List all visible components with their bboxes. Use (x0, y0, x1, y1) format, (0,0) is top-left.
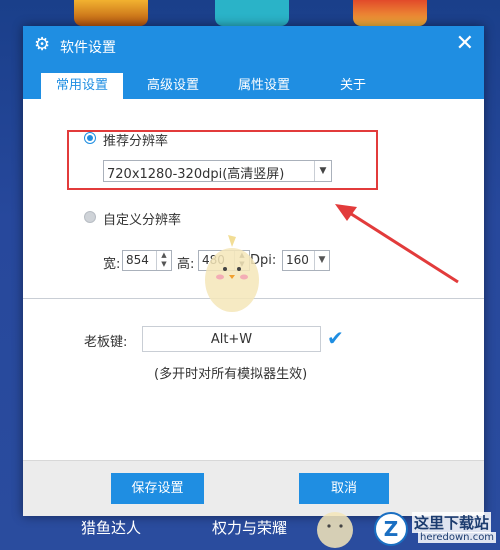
tab-about[interactable]: 关于 (313, 73, 393, 99)
save-settings-button[interactable]: 保存设置 (111, 473, 204, 504)
dialog-footer: 保存设置 取消 (23, 460, 484, 516)
app-icon-1[interactable] (74, 0, 148, 26)
recommended-resolution-value: 720x1280-320dpi(高清竖屏) (107, 167, 285, 182)
dpi-select[interactable]: 160 ▼ (282, 250, 330, 271)
game-label-2[interactable]: 权力与荣耀 (212, 517, 287, 538)
mascot-small-icon (317, 512, 353, 548)
custom-resolution-radio[interactable] (84, 211, 96, 223)
close-button[interactable]: ✕ (456, 32, 474, 56)
chevron-down-icon[interactable]: ▼ (314, 161, 331, 181)
boss-key-input[interactable]: Alt+W (142, 326, 321, 352)
mascot-chick-icon (205, 235, 259, 312)
boss-key-label: 老板键: (84, 335, 128, 350)
tab-advanced[interactable]: 高级设置 (132, 73, 214, 99)
recommended-resolution-label: 推荐分辨率 (103, 134, 169, 149)
dialog-title: 软件设置 (60, 40, 116, 56)
red-arrow-annotation (335, 204, 459, 284)
watermark: Z 这里下载站 heredown.com (374, 510, 497, 548)
spin-arrows-icon[interactable]: ▲▼ (156, 251, 171, 270)
boss-key-value: Alt+W (210, 332, 253, 347)
checkmark-icon: ✔ (327, 326, 344, 350)
watermark-text: 这里下载站 (412, 512, 492, 533)
app-icon-2[interactable] (215, 0, 289, 26)
gear-icon: ⚙ (34, 34, 51, 55)
tab-general[interactable]: 常用设置 (41, 73, 123, 99)
chevron-down-icon[interactable]: ▼ (314, 251, 329, 270)
title-bar: ⚙ 软件设置 ✕ (23, 26, 484, 65)
width-value: 854 (126, 253, 149, 267)
custom-resolution-label: 自定义分辨率 (103, 213, 182, 228)
game-label-1[interactable]: 猎鱼达人 (81, 517, 141, 538)
tab-bar: 常用设置 高级设置 属性设置 关于 (23, 65, 484, 99)
dpi-value: 160 (286, 253, 309, 267)
boss-key-note: (多开时对所有模拟器生效) (154, 367, 308, 382)
watermark-url: heredown.com (418, 532, 497, 543)
height-label: 高: (177, 257, 195, 272)
tab-properties[interactable]: 属性设置 (223, 73, 305, 99)
recommended-resolution-select[interactable]: 720x1280-320dpi(高清竖屏) ▼ (103, 160, 332, 182)
width-spinbox[interactable]: 854 ▲ ▼ (122, 250, 172, 271)
recommended-resolution-radio[interactable] (84, 132, 96, 144)
app-icon-3[interactable] (353, 0, 427, 26)
site-logo-icon: Z (374, 512, 408, 546)
width-label: 宽: (103, 257, 121, 272)
